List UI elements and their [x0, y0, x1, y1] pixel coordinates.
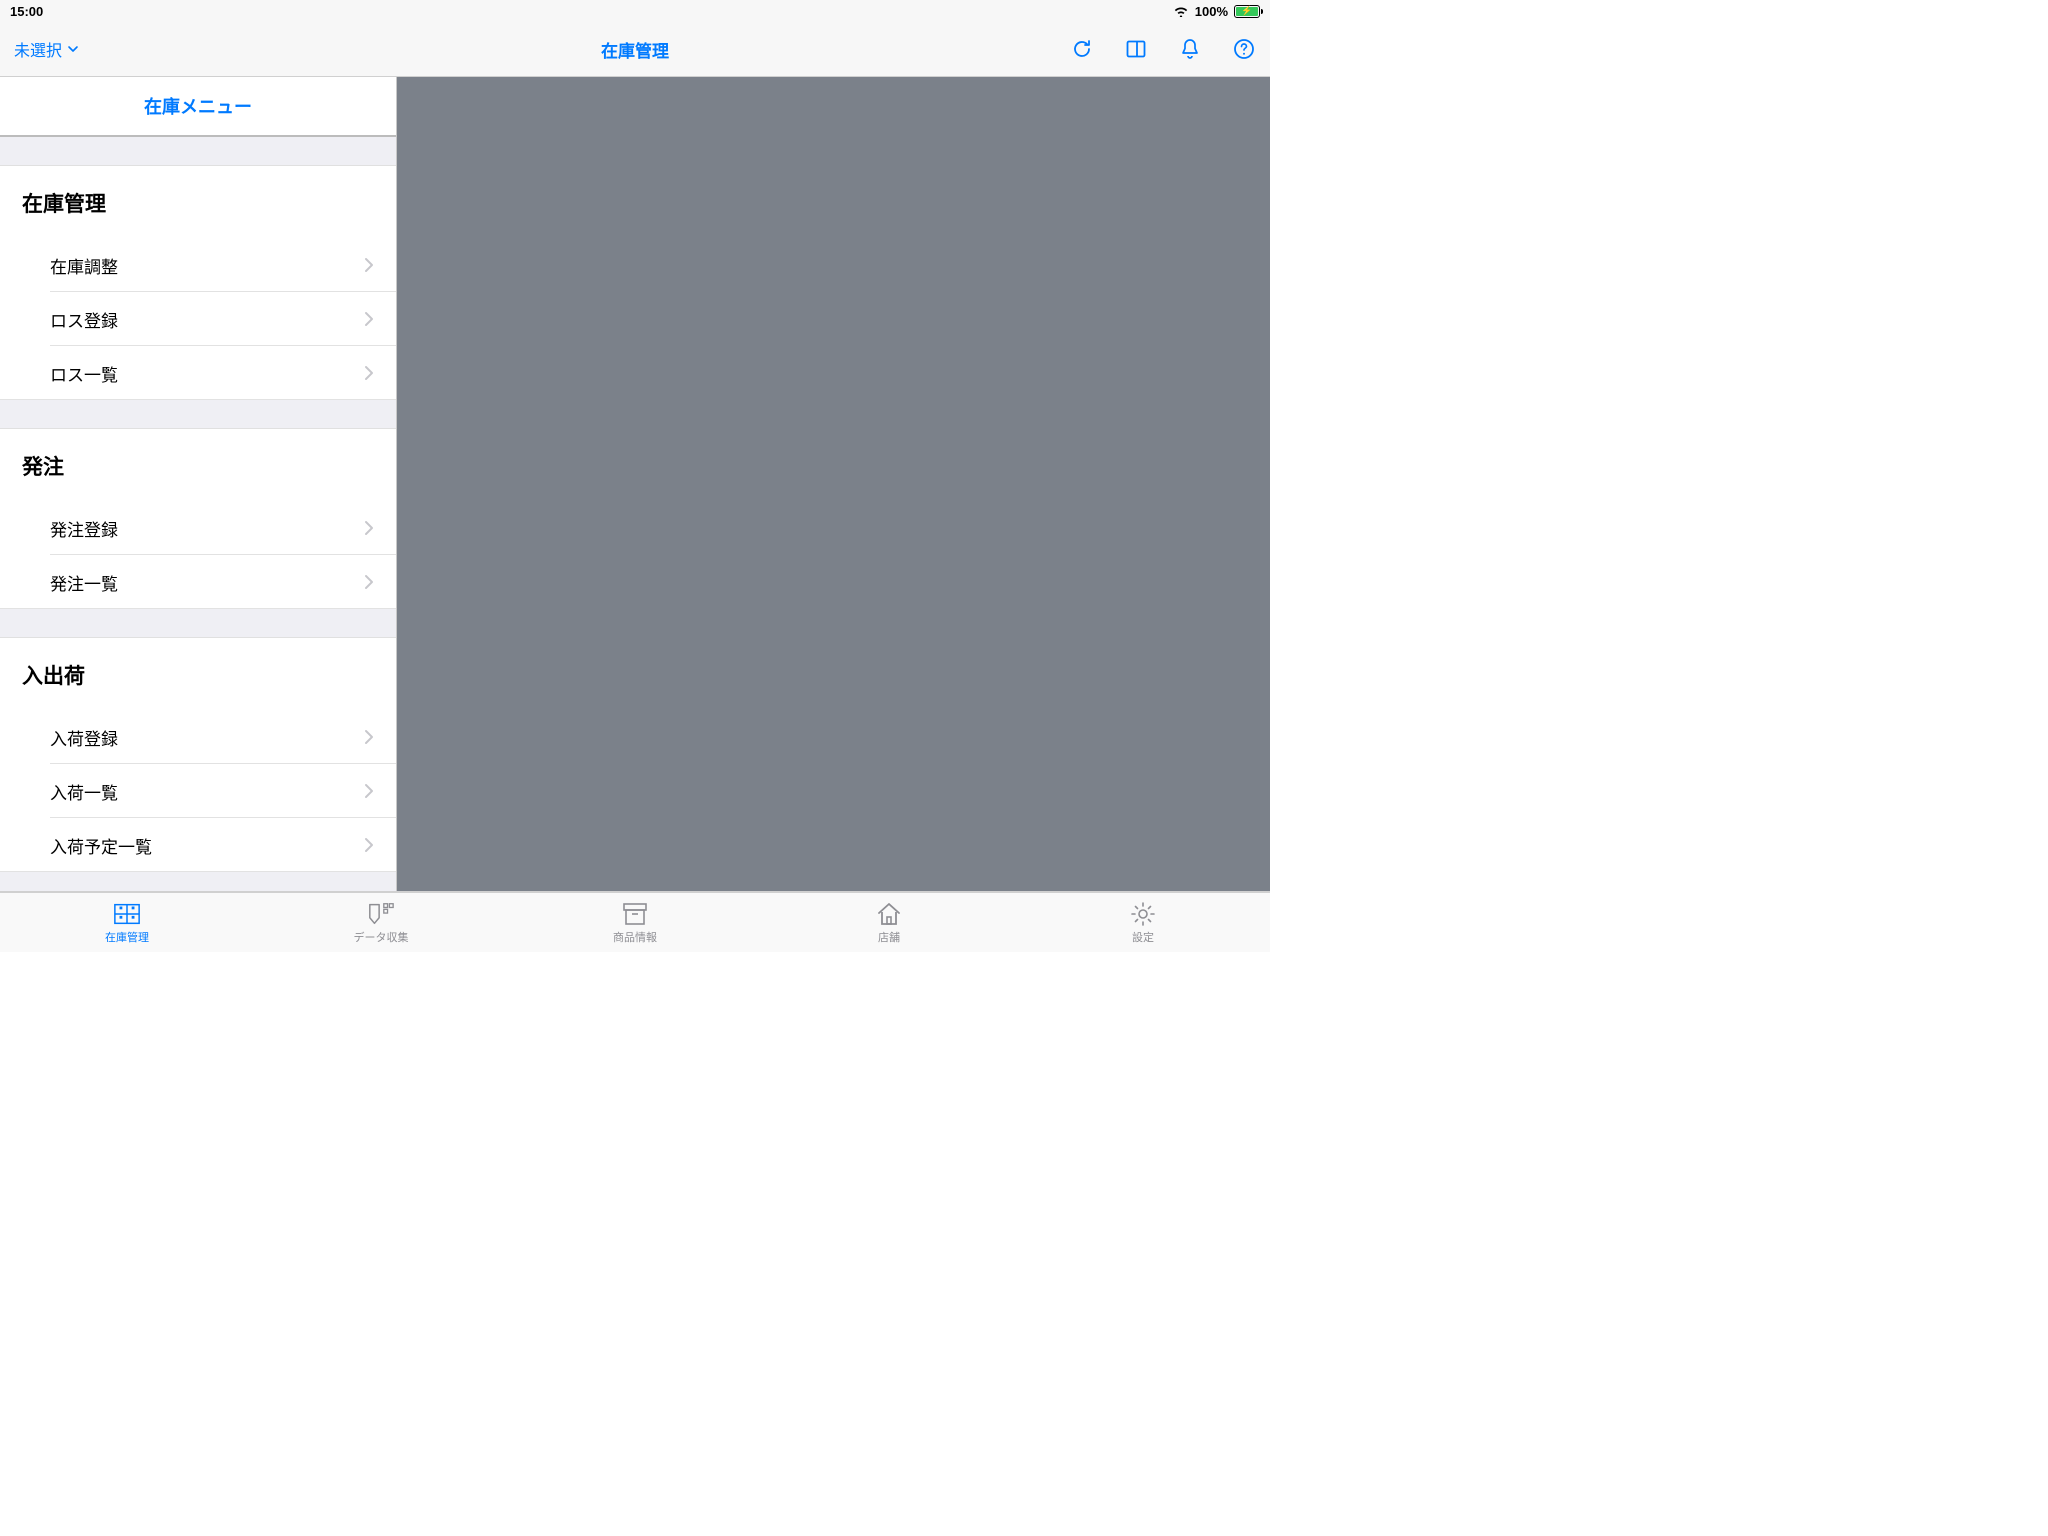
chevron-right-icon [364, 729, 374, 745]
status-right: 100% ⚡ [1173, 4, 1260, 19]
selector-dropdown[interactable]: 未選択 [14, 37, 80, 61]
tab-label: 在庫管理 [105, 929, 149, 945]
tab-label: 設定 [1132, 929, 1154, 945]
menu-item-label: ロス登録 [50, 307, 118, 332]
box-icon [621, 901, 649, 927]
nav-bar: 未選択 在庫管理 [0, 22, 1270, 77]
tab-label: 商品情報 [613, 929, 657, 945]
section-header-inventory: 在庫管理 [0, 165, 396, 238]
tab-data-collection[interactable]: データ収集 [254, 893, 508, 952]
menu-item-label: 在庫調整 [50, 253, 118, 278]
panel-toggle-button[interactable] [1124, 37, 1148, 61]
status-time: 15:00 [10, 4, 43, 19]
chevron-right-icon [364, 837, 374, 853]
chevron-right-icon [364, 311, 374, 327]
tab-store[interactable]: 店舗 [762, 893, 1016, 952]
menu-item-receive-register[interactable]: 入荷登録 [0, 710, 396, 764]
tab-label: 店舗 [878, 929, 900, 945]
wifi-icon [1173, 5, 1189, 17]
help-button[interactable] [1232, 37, 1256, 61]
status-bar: 15:00 100% ⚡ [0, 0, 1270, 22]
menu-item-label: 入荷一覧 [50, 779, 118, 804]
menu-item-order-list[interactable]: 発注一覧 [0, 555, 396, 609]
bell-button[interactable] [1178, 37, 1202, 61]
menu-item-label: 発注一覧 [50, 570, 118, 595]
battery-percent: 100% [1195, 4, 1228, 19]
battery-icon: ⚡ [1234, 5, 1260, 18]
chevron-right-icon [364, 574, 374, 590]
menu-item-loss-register[interactable]: ロス登録 [0, 292, 396, 346]
content-area [397, 77, 1270, 891]
chevron-right-icon [364, 257, 374, 273]
page-title: 在庫管理 [601, 37, 669, 62]
tab-inventory[interactable]: 在庫管理 [0, 893, 254, 952]
tab-label: データ収集 [354, 929, 409, 945]
chevron-right-icon [364, 365, 374, 381]
chevron-down-icon [66, 42, 80, 56]
sidebar-menu[interactable]: 在庫管理 在庫調整 ロス登録 ロス一覧 発 [0, 137, 396, 891]
selector-label: 未選択 [14, 37, 62, 61]
section-header-shipping: 入出荷 [0, 637, 396, 710]
menu-item-label: ロス一覧 [50, 361, 118, 386]
sidebar-header: 在庫メニュー [0, 77, 396, 137]
menu-item-stock-adjust[interactable]: 在庫調整 [0, 238, 396, 292]
barcode-scanner-icon [367, 901, 395, 927]
refresh-button[interactable] [1070, 37, 1094, 61]
chevron-right-icon [364, 783, 374, 799]
menu-item-loss-list[interactable]: ロス一覧 [0, 346, 396, 400]
tab-product-info[interactable]: 商品情報 [508, 893, 762, 952]
section-header-order: 発注 [0, 428, 396, 501]
chevron-right-icon [364, 520, 374, 536]
tab-bar: 在庫管理 データ収集 商品情報 店舗 設定 [0, 892, 1270, 952]
menu-item-receive-list[interactable]: 入荷一覧 [0, 764, 396, 818]
menu-item-label: 入荷予定一覧 [50, 833, 152, 858]
menu-item-label: 発注登録 [50, 516, 118, 541]
menu-item-label: 入荷登録 [50, 725, 118, 750]
tab-settings[interactable]: 設定 [1016, 893, 1270, 952]
home-icon [875, 901, 903, 927]
sidebar: 在庫メニュー 在庫管理 在庫調整 ロス登録 ロス一覧 [0, 77, 397, 891]
gear-icon [1129, 901, 1157, 927]
menu-item-receive-schedule[interactable]: 入荷予定一覧 [0, 818, 396, 872]
inventory-icon [113, 901, 141, 927]
menu-item-order-register[interactable]: 発注登録 [0, 501, 396, 555]
